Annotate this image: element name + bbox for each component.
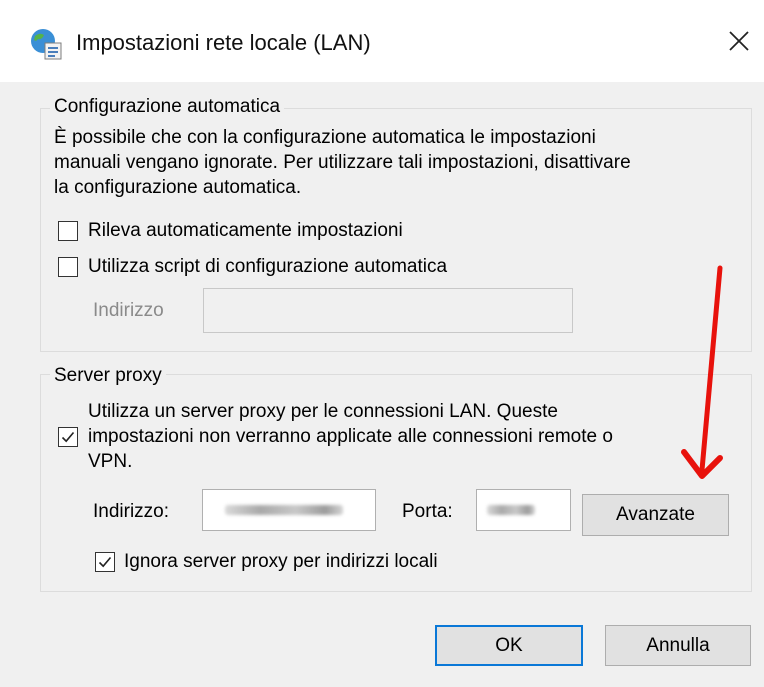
bypass-local-label[interactable]: Ignora server proxy per indirizzi locali	[124, 549, 438, 574]
use-script-label[interactable]: Utilizza script di configurazione automa…	[88, 254, 447, 279]
detect-settings-label[interactable]: Rileva automaticamente impostazioni	[88, 218, 403, 243]
detect-settings-checkbox[interactable]	[58, 221, 78, 241]
window-title: Impostazioni rete locale (LAN)	[76, 30, 371, 55]
proxy-port-label: Porta:	[402, 501, 453, 522]
auto-config-legend: Configurazione automatica	[50, 96, 285, 118]
bypass-local-checkbox[interactable]	[95, 552, 115, 572]
close-icon[interactable]	[724, 26, 754, 56]
dialog-client-area: Configurazione automatica È possibile ch…	[0, 82, 764, 687]
redacted-address-value	[225, 505, 343, 515]
script-address-input	[203, 288, 573, 333]
use-proxy-label-line-2[interactable]: impostazioni non verranno applicate alle…	[88, 424, 613, 449]
use-script-checkbox[interactable]	[58, 257, 78, 277]
redacted-port-value	[487, 505, 535, 515]
use-proxy-label-line-1[interactable]: Utilizza un server proxy per le connessi…	[88, 399, 558, 424]
auto-config-description-line-1: È possibile che con la configurazione au…	[54, 127, 596, 148]
proxy-address-input[interactable]	[202, 489, 376, 531]
advanced-button[interactable]: Avanzate	[582, 494, 729, 536]
proxy-port-input[interactable]	[476, 489, 571, 531]
network-globe-icon	[31, 29, 62, 60]
title-bar[interactable]: Impostazioni rete locale (LAN)	[0, 0, 764, 82]
auto-config-description-line-2: manuali vengano ignorate. Per utilizzare…	[54, 152, 631, 173]
proxy-address-label: Indirizzo:	[93, 501, 170, 522]
checkmark-icon	[98, 556, 112, 568]
auto-config-description-line-3: la configurazione automatica.	[54, 177, 302, 198]
use-proxy-label-line-3[interactable]: VPN.	[88, 449, 132, 474]
use-proxy-checkbox[interactable]	[58, 427, 78, 447]
cancel-button[interactable]: Annulla	[605, 625, 751, 666]
proxy-server-legend: Server proxy	[50, 365, 166, 387]
checkmark-icon	[61, 431, 75, 443]
script-address-label: Indirizzo	[93, 300, 164, 321]
ok-button[interactable]: OK	[435, 625, 583, 666]
annotation-arrow-icon	[681, 265, 723, 479]
